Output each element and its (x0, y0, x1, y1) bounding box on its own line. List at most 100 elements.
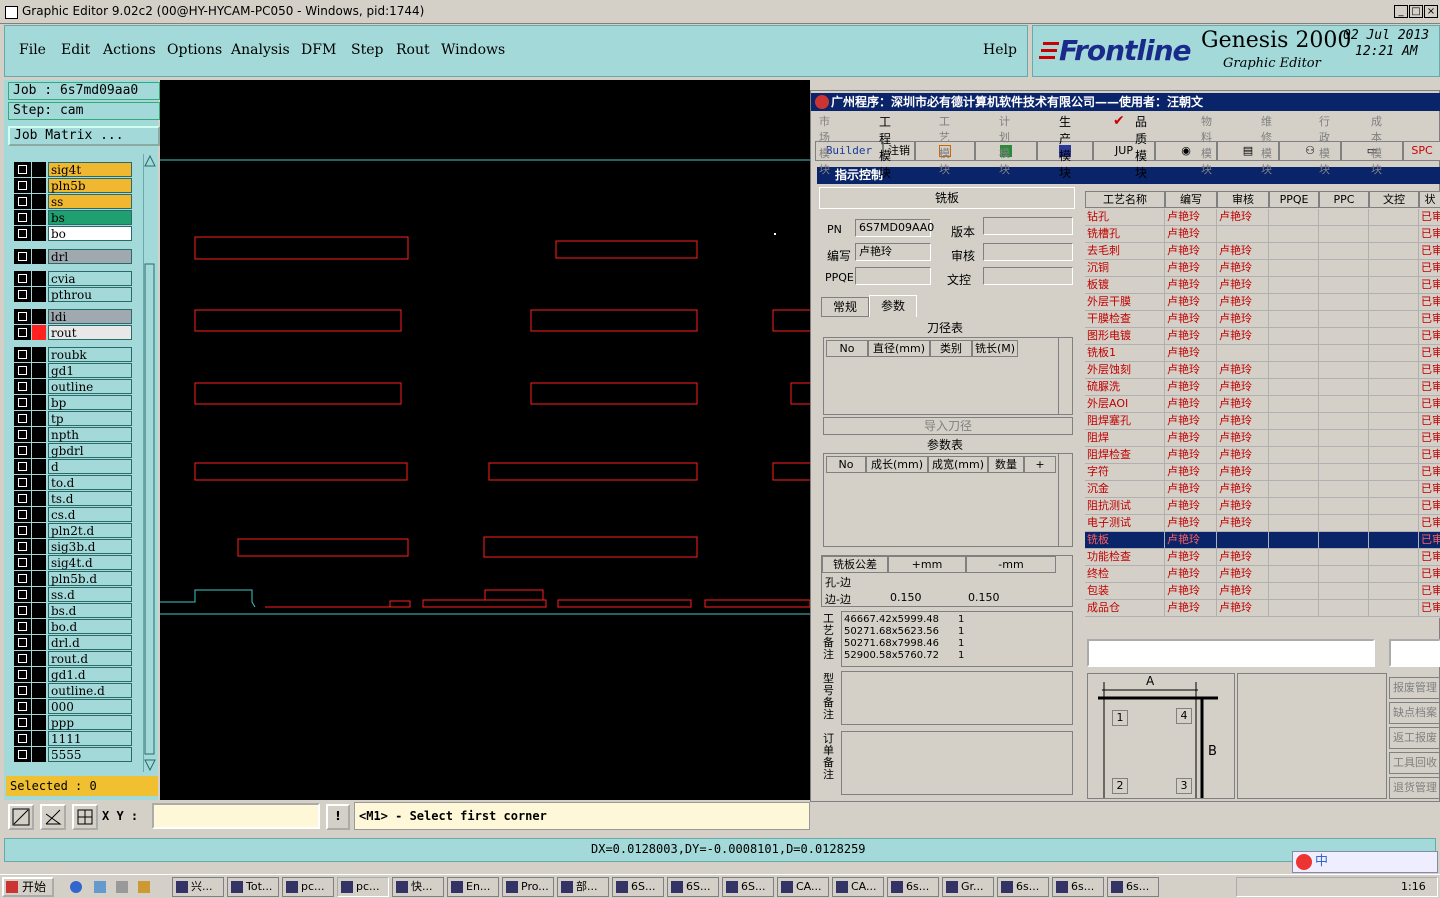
layer-color-swatch[interactable] (32, 325, 46, 340)
layer-checkbox[interactable] (14, 539, 31, 554)
layer-color-swatch[interactable] (32, 427, 46, 442)
layer-scrollbar[interactable] (143, 154, 156, 772)
layer-color-swatch[interactable] (32, 683, 46, 698)
layer-color-swatch[interactable] (32, 507, 46, 522)
layer-row[interactable]: pln2t.d (14, 523, 132, 538)
layer-name[interactable]: npth (48, 427, 132, 442)
xy-input[interactable] (152, 803, 320, 829)
layer-color-swatch[interactable] (32, 249, 46, 264)
layer-row[interactable]: ss.d (14, 587, 132, 602)
layer-color-swatch[interactable] (32, 699, 46, 714)
module-tab[interactable]: 生产模块 (1059, 113, 1071, 181)
layer-row[interactable]: tp (14, 411, 132, 426)
module-tab[interactable]: 市场模块 (819, 113, 830, 177)
layer-row[interactable]: npth (14, 427, 132, 442)
layer-color-swatch[interactable] (32, 731, 46, 746)
model-notes-box[interactable] (841, 671, 1073, 725)
layer-row[interactable]: gd1 (14, 363, 132, 378)
module-tab[interactable]: 工艺模块 (939, 113, 950, 177)
grid-row[interactable]: 终检卢艳玲卢艳玲已审 (1085, 566, 1440, 583)
layer-checkbox[interactable] (14, 194, 31, 209)
grid-col-header[interactable]: PPQE (1269, 191, 1319, 208)
layer-color-swatch[interactable] (32, 287, 46, 302)
layer-checkbox[interactable] (14, 411, 31, 426)
doc-control-field[interactable] (983, 267, 1073, 285)
layer-name[interactable]: pln5b.d (48, 571, 132, 586)
layer-name[interactable]: outline.d (48, 683, 132, 698)
grid-row[interactable]: 外层蚀刻卢艳玲卢艳玲已审 (1085, 362, 1440, 379)
task-button[interactable]: 6s... (1107, 877, 1159, 897)
layer-name[interactable]: to.d (48, 475, 132, 490)
layer-name[interactable]: pthrou (48, 287, 132, 302)
layer-name[interactable]: 000 (48, 699, 132, 714)
layer-color-swatch[interactable] (32, 411, 46, 426)
layer-row[interactable]: ts.d (14, 491, 132, 506)
import-tools-button[interactable]: 导入刀径 (823, 417, 1073, 435)
layer-row[interactable]: outline (14, 379, 132, 394)
module-tab[interactable]: 物料模块 (1201, 113, 1212, 177)
side-select[interactable] (1389, 639, 1440, 667)
layer-color-swatch[interactable] (32, 395, 46, 410)
grid-tool-icon[interactable] (72, 804, 98, 830)
layer-name[interactable]: 5555 (48, 747, 132, 762)
layer-checkbox[interactable] (14, 427, 31, 442)
side-button[interactable]: 退货管理 (1389, 777, 1440, 799)
layer-checkbox[interactable] (14, 395, 31, 410)
layer-row[interactable]: pln5b.d (14, 571, 132, 586)
layer-name[interactable]: cvia (48, 271, 132, 286)
tab-params[interactable]: 参数 (869, 295, 917, 317)
ime-bar[interactable]: 中 (1292, 851, 1438, 873)
layer-row[interactable]: gd1.d (14, 667, 132, 682)
users-icon[interactable]: ⚇ (1279, 141, 1341, 161)
layer-row[interactable]: ss (14, 194, 132, 209)
layer-name[interactable]: drl.d (48, 635, 132, 650)
task-button[interactable]: 6S... (612, 877, 664, 897)
layer-checkbox[interactable] (14, 443, 31, 458)
layer-name[interactable]: gd1 (48, 363, 132, 378)
close-button[interactable]: × (1424, 5, 1438, 18)
layer-name[interactable]: ppp (48, 715, 132, 730)
layer-color-swatch[interactable] (32, 178, 46, 193)
layer-name[interactable]: rout.d (48, 651, 132, 666)
layer-row[interactable]: sig3b.d (14, 539, 132, 554)
order-notes-box[interactable] (841, 731, 1073, 795)
grid-col-header[interactable]: 审核 (1217, 191, 1269, 208)
layer-color-swatch[interactable] (32, 571, 46, 586)
module-tab[interactable]: 计划模块 (999, 113, 1010, 177)
task-button[interactable]: 快... (392, 877, 444, 897)
layer-checkbox[interactable] (14, 715, 31, 730)
layer-name[interactable]: bo.d (48, 619, 132, 634)
layer-color-swatch[interactable] (32, 587, 46, 602)
grid-row[interactable]: 铣板卢艳玲 已审 (1085, 532, 1440, 549)
layer-row[interactable]: rout (14, 325, 132, 340)
layer-checkbox[interactable] (14, 363, 31, 378)
menu-analysis[interactable]: Analysis (231, 42, 290, 58)
task-button[interactable]: Tot... (227, 877, 279, 897)
layer-row[interactable]: roubk (14, 347, 132, 362)
layer-checkbox[interactable] (14, 347, 31, 362)
module-tab[interactable]: 成本模块 (1371, 113, 1382, 177)
menu-file[interactable]: File (19, 42, 46, 58)
task-button[interactable]: 部... (557, 877, 609, 897)
grid-row[interactable]: 阻焊塞孔卢艳玲卢艳玲已审 (1085, 413, 1440, 430)
layer-name[interactable]: bs (48, 210, 132, 225)
layer-name[interactable]: ldi (48, 309, 132, 324)
grid-row[interactable]: 图形电镀卢艳玲卢艳玲已审 (1085, 328, 1440, 345)
tab-general[interactable]: 常规 (821, 297, 869, 317)
grid-row[interactable]: 功能检查卢艳玲卢艳玲已审 (1085, 549, 1440, 566)
grid-row[interactable]: 铣板1卢艳玲 已审 (1085, 345, 1440, 362)
menu-dfm[interactable]: DFM (301, 42, 336, 58)
task-button[interactable]: 6s... (887, 877, 939, 897)
layer-row[interactable]: to.d (14, 475, 132, 490)
grid-col-header[interactable]: 状 (1419, 191, 1440, 208)
grid-row[interactable]: 沉铜卢艳玲卢艳玲已审 (1085, 260, 1440, 277)
grid-row[interactable]: 包装卢艳玲卢艳玲已审 (1085, 583, 1440, 600)
layer-row[interactable]: bs.d (14, 603, 132, 618)
grid-row[interactable]: 阻焊检查卢艳玲卢艳玲已审 (1085, 447, 1440, 464)
grid-row[interactable]: 去毛刺卢艳玲卢艳玲已审 (1085, 243, 1440, 260)
grid-row[interactable]: 沉金卢艳玲卢艳玲已审 (1085, 481, 1440, 498)
layer-row[interactable]: bs (14, 210, 132, 225)
zoom-tool-icon[interactable] (8, 804, 34, 830)
task-button[interactable]: 兴... (172, 877, 224, 897)
process-select[interactable] (1087, 639, 1375, 667)
